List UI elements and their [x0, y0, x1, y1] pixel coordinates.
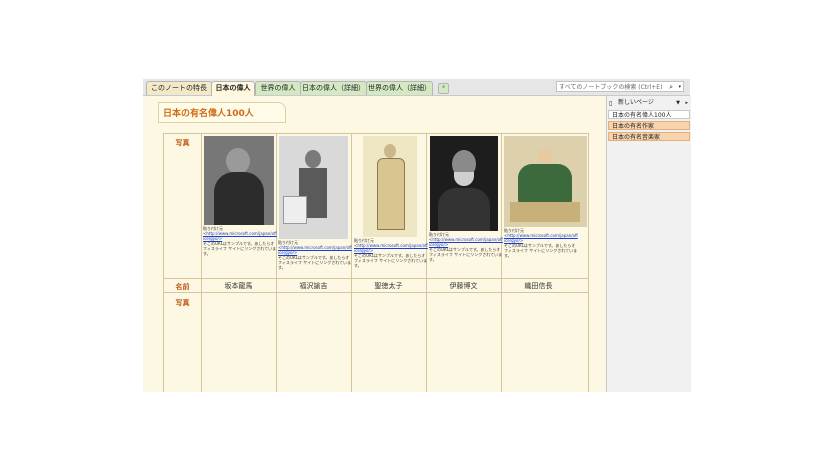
page-sidebar: ▯ 新しいページ ▼ ▸ 日本の有名偉人100人 日本の有名作家 日本の有名音楽…: [606, 96, 691, 392]
photo-caption: 貼り付け元 <http://www.microsoft.com/japan/of…: [203, 226, 277, 256]
caption-link[interactable]: <http://www.microsoft.com/japan/office/g…: [203, 231, 277, 241]
chevron-down-icon[interactable]: ▾: [678, 82, 681, 91]
search-placeholder: すべてのノートブックの検索 (Ctrl+E): [559, 84, 663, 91]
greats-table[interactable]: 写真 名前 写真 貼り付け元 <http://www.microsoft.com…: [163, 133, 589, 392]
photo-caption: 貼り付け元 <http://www.microsoft.com/japan/of…: [354, 238, 428, 268]
photo-caption: 貼り付け元 <http://www.microsoft.com/japan/of…: [278, 240, 352, 270]
caption-note: そこのURLはサンプルです。あしたらオフィスライフ サイトにリンクされています。: [504, 243, 578, 258]
row-label-photo: 写真: [175, 139, 190, 147]
row-label-name: 名前: [175, 283, 190, 291]
portrait-drawing-shotoku[interactable]: [363, 136, 417, 237]
portrait-photo-fukuzawa[interactable]: [279, 136, 348, 239]
caption-link[interactable]: <http://www.microsoft.com/japan/office/g…: [504, 233, 578, 243]
row-label-photo-2: 写真: [175, 299, 190, 307]
page-title: 日本の有名偉人100人: [163, 109, 254, 119]
table-divider: [164, 278, 588, 279]
chevron-right-icon[interactable]: ▸: [685, 98, 688, 108]
person-name: 織田信長: [524, 282, 553, 290]
add-section-icon[interactable]: *: [438, 83, 449, 94]
person-name: 伊藤博文: [449, 282, 478, 290]
photo-caption: 貼り付け元 <http://www.microsoft.com/japan/of…: [429, 232, 503, 262]
caption-note: そこのURLはサンプルです。あしたらオフィスライフ サイトにリンクされています。: [203, 241, 277, 256]
page-tab-famous-musicians[interactable]: 日本の有名音楽家: [608, 132, 690, 141]
page-tab-famous-writers[interactable]: 日本の有名作家: [608, 121, 690, 130]
caption-link[interactable]: <http://www.microsoft.com/japan/office/g…: [278, 245, 352, 255]
photo-caption: 貼り付け元 <http://www.microsoft.com/japan/of…: [504, 228, 578, 258]
search-icon[interactable]: ⌕: [669, 82, 673, 91]
section-tab-bar: このノートの特長 日本の偉人 世界の偉人 日本の偉人（詳細） 世界の偉人（詳細）…: [143, 79, 690, 96]
person-name: 福沢諭吉: [299, 282, 328, 290]
portrait-painting-oda[interactable]: [504, 136, 587, 227]
caption-link[interactable]: <http://www.microsoft.com/japan/office/g…: [354, 243, 428, 253]
new-page-label: 新しいページ: [618, 99, 654, 106]
onenote-window: このノートの特長 日本の偉人 世界の偉人 日本の偉人（詳細） 世界の偉人（詳細）…: [143, 79, 691, 392]
search-box[interactable]: すべてのノートブックの検索 (Ctrl+E) ⌕ ▾: [556, 81, 684, 92]
person-name: 坂本龍馬: [224, 282, 253, 290]
table-divider: [501, 134, 502, 392]
section-tab-japan-greats-detail[interactable]: 日本の偉人（詳細）: [300, 81, 367, 95]
section-tab-features[interactable]: このノートの特長: [146, 81, 212, 95]
table-divider: [164, 292, 588, 293]
section-tab-japan-greats[interactable]: 日本の偉人: [211, 81, 255, 96]
caption-note: そこのURLはサンプルです。あしたらオフィスライフ サイトにリンクされています。: [278, 255, 352, 270]
caption-link[interactable]: <http://www.microsoft.com/japan/office/g…: [429, 237, 503, 247]
person-name: 聖徳太子: [374, 282, 403, 290]
section-tab-world-greats-detail[interactable]: 世界の偉人（詳細）: [366, 81, 433, 95]
page-canvas[interactable]: 日本の有名偉人100人 写真 名前 写真 貼り付け元 <http://www.m…: [143, 96, 605, 392]
caption-note: そこのURLはサンプルです。あしたらオフィスライフ サイトにリンクされています。: [354, 253, 428, 268]
section-tab-world-greats[interactable]: 世界の偉人: [255, 81, 301, 95]
new-page-icon: ▯: [609, 100, 613, 107]
caption-note: そこのURLはサンプルです。あしたらオフィスライフ サイトにリンクされています。: [429, 247, 503, 262]
new-page-button[interactable]: ▯ 新しいページ ▼ ▸: [609, 98, 689, 108]
chevron-down-icon[interactable]: ▼: [676, 98, 680, 108]
table-divider: [201, 134, 202, 392]
page-title-box[interactable]: 日本の有名偉人100人: [158, 102, 286, 123]
portrait-photo-sakamoto[interactable]: [204, 136, 274, 225]
portrait-photo-ito[interactable]: [430, 136, 498, 231]
table-divider: [276, 134, 277, 392]
page-tab-famous-100[interactable]: 日本の有名偉人100人: [608, 110, 690, 119]
